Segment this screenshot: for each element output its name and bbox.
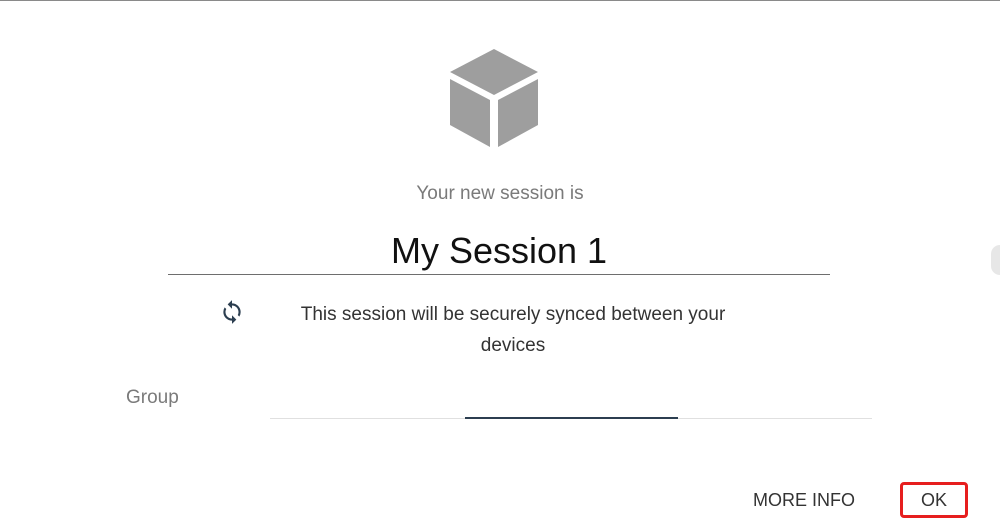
- ok-button[interactable]: OK: [900, 482, 968, 518]
- group-input[interactable]: [270, 393, 876, 420]
- new-session-dialog: Your new session is This session will be…: [0, 0, 1000, 531]
- group-field[interactable]: [270, 393, 876, 420]
- session-subtitle: Your new session is: [416, 183, 584, 204]
- group-focus-underline: [465, 417, 678, 419]
- group-label: Group: [126, 387, 179, 408]
- cube-icon: [450, 49, 538, 147]
- more-info-button[interactable]: MORE INFO: [742, 483, 866, 517]
- session-name-input[interactable]: [168, 227, 830, 275]
- scroll-edge-handle[interactable]: [991, 245, 1000, 275]
- sync-icon: [223, 300, 241, 324]
- sync-description: This session will be securely synced bet…: [300, 304, 726, 356]
